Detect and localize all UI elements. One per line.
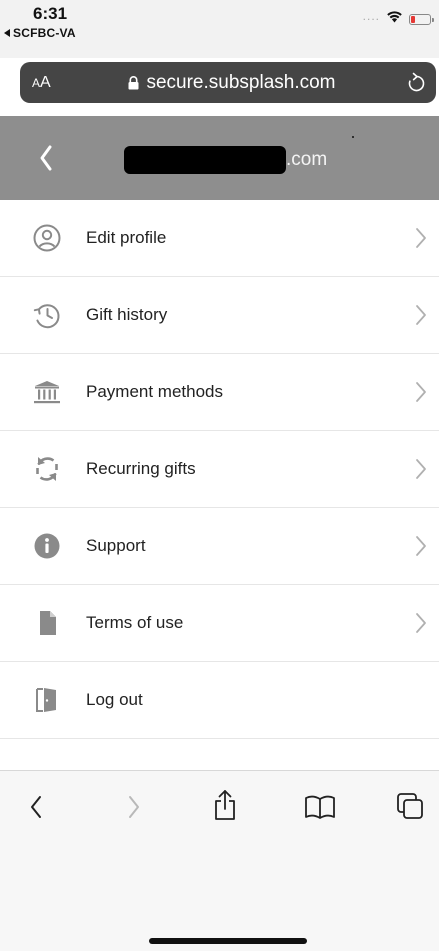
- share-icon[interactable]: [212, 789, 238, 821]
- chevron-right-icon: [415, 535, 427, 562]
- wifi-icon: [386, 10, 403, 28]
- battery-icon: [409, 13, 434, 25]
- chevron-right-icon: [415, 227, 427, 254]
- account-menu: Edit profile Gift history Payment method…: [0, 200, 439, 739]
- reload-icon[interactable]: [407, 72, 426, 98]
- header-speck: [352, 136, 354, 138]
- back-triangle-icon: [4, 29, 10, 37]
- document-icon: [32, 608, 62, 638]
- menu-item-label: Gift history: [86, 305, 168, 324]
- status-indicators: ....: [362, 9, 434, 28]
- chevron-right-icon: [415, 304, 427, 331]
- page-header: .com: [0, 116, 439, 200]
- menu-item-label: Terms of use: [86, 613, 184, 632]
- page-title: .com: [124, 146, 327, 174]
- logout-door-icon: [32, 685, 62, 715]
- battery-level: [411, 15, 415, 23]
- menu-item-label: Log out: [86, 690, 143, 709]
- menu-item-payment-methods[interactable]: Payment methods: [0, 354, 439, 431]
- history-clock-icon: [32, 300, 62, 330]
- chevron-right-icon: [415, 612, 427, 639]
- page-title-suffix: .com: [286, 149, 328, 170]
- bank-icon: [32, 377, 62, 407]
- menu-item-gift-history[interactable]: Gift history: [0, 277, 439, 354]
- menu-item-label: Support: [86, 536, 146, 555]
- redacted-text: [124, 146, 286, 174]
- url-text: secure.subsplash.com: [146, 71, 336, 93]
- chevron-right-icon: [415, 458, 427, 485]
- menu-item-log-out[interactable]: Log out: [0, 662, 439, 739]
- menu-item-support[interactable]: Support: [0, 508, 439, 585]
- menu-item-label: Edit profile: [86, 228, 167, 247]
- back-to-app-link[interactable]: SCFBC-VA: [4, 26, 76, 40]
- user-circle-icon: [32, 223, 62, 253]
- menu-item-label: Payment methods: [86, 382, 224, 401]
- forward-arrow-icon[interactable]: [126, 794, 142, 820]
- menu-item-label: Recurring gifts: [86, 459, 196, 478]
- lock-icon: [128, 75, 139, 90]
- status-bar: 6:31 SCFBC-VA ....: [0, 0, 439, 58]
- back-arrow-icon[interactable]: [28, 794, 44, 820]
- url-field[interactable]: secure.subsplash.com: [20, 62, 436, 103]
- tabs-icon[interactable]: [396, 792, 424, 820]
- status-time: 6:31: [33, 4, 68, 23]
- chevron-left-icon[interactable]: [38, 144, 54, 177]
- cellular-signal: ....: [362, 9, 380, 23]
- address-bar[interactable]: AA secure.subsplash.com: [20, 62, 436, 103]
- bookmarks-icon[interactable]: [304, 795, 336, 819]
- info-icon: [32, 531, 62, 561]
- menu-item-terms-of-use[interactable]: Terms of use: [0, 585, 439, 662]
- back-app-label: SCFBC-VA: [13, 26, 76, 40]
- chevron-right-icon: [415, 381, 427, 408]
- menu-item-edit-profile[interactable]: Edit profile: [0, 200, 439, 277]
- menu-item-recurring-gifts[interactable]: Recurring gifts: [0, 431, 439, 508]
- home-indicator[interactable]: [149, 938, 307, 944]
- recurring-arrows-icon: [32, 454, 62, 484]
- browser-toolbar: [0, 770, 439, 951]
